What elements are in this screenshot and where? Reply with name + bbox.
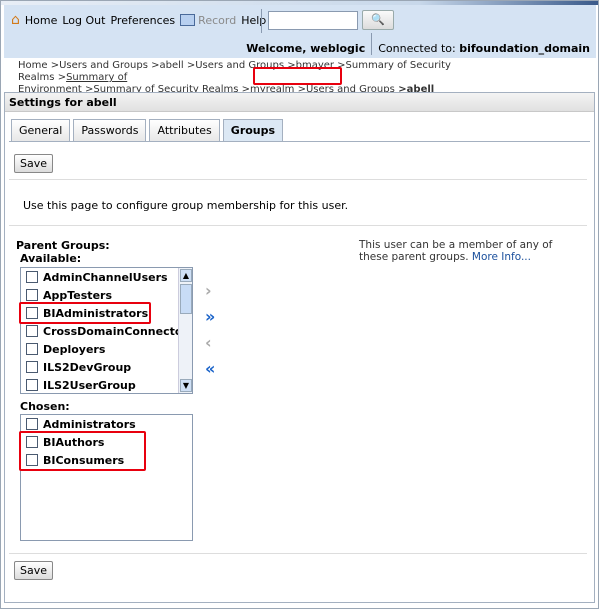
tab-general[interactable]: General	[11, 119, 71, 142]
group-name: CrossDomainConnectors	[43, 324, 192, 338]
list-item[interactable]: ILS2DevGroup	[21, 358, 192, 376]
list-item[interactable]: ILS2UserGroup	[21, 376, 192, 394]
welcome-text: Welcome, weblogic	[246, 41, 366, 55]
available-label: Available:	[20, 252, 82, 265]
divider	[371, 33, 373, 55]
search-icon: 🔍	[371, 13, 385, 26]
highlight-box	[19, 431, 146, 471]
checkbox[interactable]	[26, 343, 38, 355]
divider	[9, 225, 587, 226]
tab-passwords[interactable]: Passwords	[73, 119, 147, 142]
group-name: Deployers	[43, 342, 106, 356]
record-link: Record	[198, 13, 237, 27]
preferences-link[interactable]: Preferences	[110, 14, 175, 27]
available-list[interactable]: AdminChannelUsers AppTesters BIAdministrat…	[20, 267, 193, 394]
header: ⌂ Home Log Out Preferences Record Help 🔍…	[4, 5, 596, 58]
global-nav: ⌂ Home Log Out Preferences Record Help	[11, 12, 266, 28]
breadcrumb-link[interactable]: Summary of	[66, 72, 127, 83]
move-all-left-icon[interactable]: «	[205, 359, 215, 378]
logout-link[interactable]: Log Out	[62, 14, 105, 27]
move-left-icon[interactable]: ‹	[205, 333, 212, 352]
record-icon	[180, 14, 196, 26]
scroll-thumb[interactable]	[180, 284, 192, 314]
checkbox[interactable]	[26, 361, 38, 373]
home-link[interactable]: Home	[25, 14, 57, 27]
list-item[interactable]: AdminChannelUsers	[21, 268, 192, 286]
search-input[interactable]	[268, 11, 358, 30]
divider	[9, 553, 587, 554]
group-name: ILS2UserGroup	[43, 378, 136, 392]
tab-groups[interactable]: Groups	[222, 119, 284, 142]
chosen-label: Chosen:	[20, 400, 70, 413]
divider	[261, 9, 262, 33]
search-button[interactable]: 🔍	[362, 10, 394, 30]
divider	[9, 179, 587, 180]
home-icon[interactable]: ⌂	[11, 12, 20, 28]
move-all-right-icon[interactable]: »	[205, 307, 215, 326]
move-right-icon[interactable]: ›	[205, 281, 212, 300]
scroll-down-icon[interactable]: ▼	[180, 379, 192, 392]
more-info-link[interactable]: More Info...	[472, 251, 531, 263]
help-link[interactable]: Help	[241, 14, 266, 27]
checkbox[interactable]	[26, 271, 38, 283]
group-name: AdminChannelUsers	[43, 270, 168, 284]
divider	[9, 141, 590, 142]
group-name: AppTesters	[43, 288, 113, 302]
highlight-box	[19, 302, 151, 324]
highlight-box	[253, 67, 342, 85]
checkbox[interactable]	[26, 289, 38, 301]
parent-groups-label: Parent Groups:	[16, 239, 110, 252]
checkbox[interactable]	[26, 379, 38, 391]
scroll-up-icon[interactable]: ▲	[180, 269, 192, 282]
checkbox[interactable]	[26, 418, 38, 430]
list-item[interactable]: CrossDomainConnectors	[21, 322, 192, 340]
list-item[interactable]: Deployers	[21, 340, 192, 358]
save-button-bottom[interactable]: Save	[14, 561, 54, 580]
help-text: This user can be a member of any of thes…	[359, 239, 569, 263]
tab-attributes[interactable]: Attributes	[149, 119, 220, 142]
tab-bar: General Passwords Attributes Groups	[11, 119, 284, 142]
save-button-top[interactable]: Save	[14, 154, 54, 173]
panel-title: Settings for abell	[5, 93, 594, 112]
scrollbar[interactable]: ▲ ▼	[178, 268, 192, 393]
group-name: Administrators	[43, 417, 136, 431]
group-name: ILS2DevGroup	[43, 360, 132, 374]
checkbox[interactable]	[26, 325, 38, 337]
connected-label: Connected to:	[378, 41, 456, 55]
domain-name: bifoundation_domain	[459, 41, 590, 55]
welcome-bar: Welcome, weblogic Connected to: bifounda…	[246, 33, 590, 55]
page-description: Use this page to configure group members…	[23, 199, 349, 212]
settings-panel: Settings for abell General Passwords Att…	[4, 92, 595, 603]
